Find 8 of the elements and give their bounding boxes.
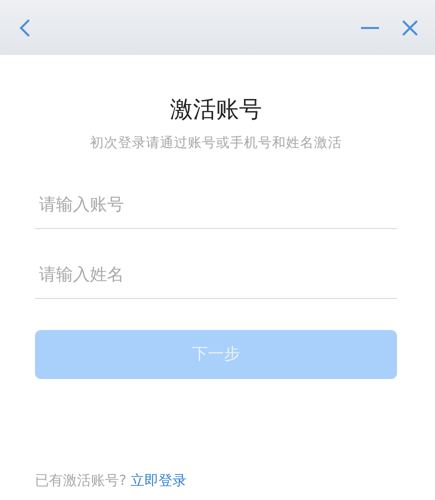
- footer-text: 已有激活账号?: [35, 472, 126, 490]
- back-icon[interactable]: [18, 18, 32, 38]
- account-field[interactable]: 请输入账号: [35, 181, 397, 229]
- name-field[interactable]: 请输入姓名: [35, 251, 397, 299]
- close-icon[interactable]: [401, 18, 419, 36]
- login-link[interactable]: 立即登录: [130, 472, 186, 490]
- subtitle: 初次登录请通过账号或手机号和姓名激活: [89, 134, 343, 153]
- page-title: 激活账号: [169, 96, 263, 125]
